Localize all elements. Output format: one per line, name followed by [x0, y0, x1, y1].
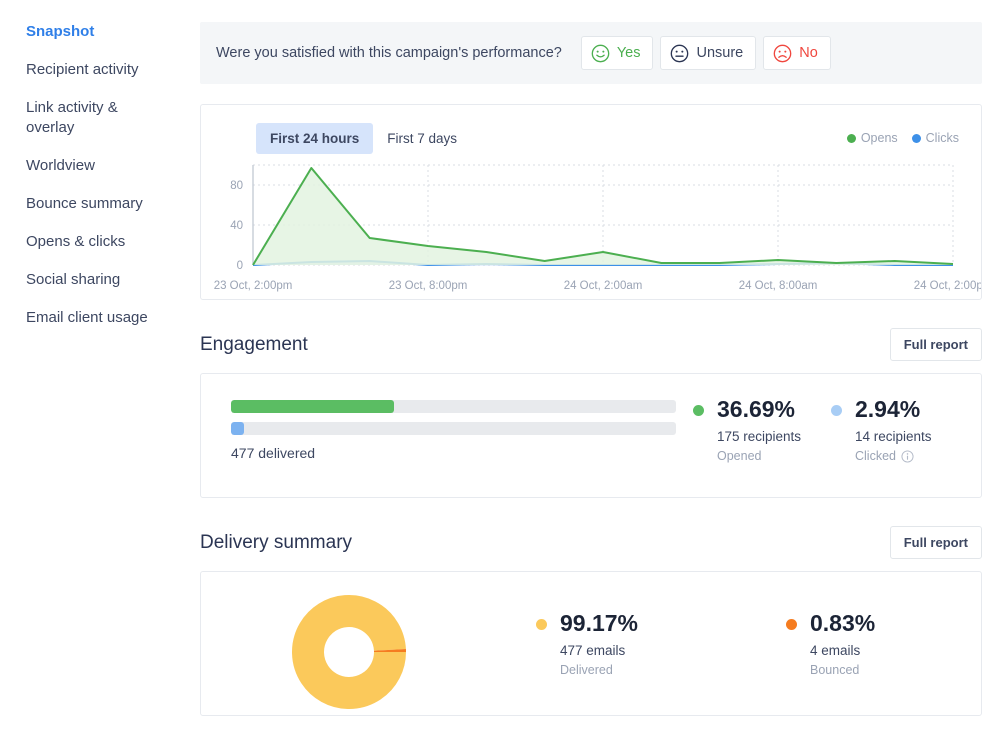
svg-text:24 Oct, 2:00am: 24 Oct, 2:00am: [564, 280, 643, 292]
svg-text:0: 0: [237, 260, 243, 272]
metric-bounced: 0.83% 4 emails Bounced: [786, 610, 1000, 677]
opens-clicks-line-chart: 0 40 80 23 Oct, 2:00pm 23 Oct, 8:00pm 24 Oct,…: [214, 164, 981, 292]
survey-option-no-button[interactable]: No: [763, 36, 831, 70]
metric-opened: 36.69% 175 recipients Opened: [693, 396, 831, 463]
frown-face-icon: [773, 44, 792, 62]
metric-delivered-percent: 99.17%: [560, 610, 639, 636]
metric-opened-caption-row: Opened: [717, 449, 831, 463]
metric-dot-opened: [693, 405, 704, 416]
legend-item-opens: Opens: [846, 131, 898, 145]
sidebar-item-social-sharing[interactable]: Social sharing: [26, 270, 166, 290]
metric-opened-caption: Opened: [717, 449, 762, 463]
delivery-section-header: Delivery summary Full report: [200, 526, 982, 559]
main-content: Were you satisfied with this campaign's …: [200, 0, 1000, 716]
tab-first-24-hours[interactable]: First 24 hours: [256, 123, 374, 154]
engagement-metrics: 36.69% 175 recipients Opened 2.94% 14 re…: [693, 396, 969, 463]
opened-progress-fill: [231, 400, 395, 413]
chart-range-tabs: First 24 hours First 7 days: [256, 123, 471, 154]
delivered-count-label: 477 delivered: [231, 445, 316, 461]
survey-option-unsure-button[interactable]: Unsure: [660, 36, 757, 70]
svg-text:40: 40: [230, 220, 243, 232]
metric-bounced-emails: 4 emails: [810, 643, 861, 658]
sidebar-item-opens-clicks[interactable]: Opens & clicks: [26, 232, 166, 252]
activity-chart-card: First 24 hours First 7 days Opens Clicks…: [200, 104, 982, 300]
campaign-report-page: Snapshot Recipient activity Link activit…: [0, 0, 1000, 740]
svg-text:24 Oct, 2:00pm: 24 Oct, 2:00pm: [914, 280, 981, 292]
metric-clicked-percent: 2.94%: [855, 396, 921, 422]
survey-option-yes-button[interactable]: Yes: [580, 36, 654, 70]
svg-text:24 Oct, 8:00am: 24 Oct, 8:00am: [739, 280, 818, 292]
metric-dot-delivered: [536, 619, 547, 630]
survey-option-no-label: No: [799, 45, 818, 61]
sidebar-item-worldview[interactable]: Worldview: [26, 156, 166, 176]
metric-clicked-recipients: 14 recipients: [855, 429, 932, 444]
survey-question: Were you satisfied with this campaign's …: [216, 45, 562, 61]
metric-opened-recipients: 175 recipients: [717, 429, 802, 444]
info-circle-icon[interactable]: [901, 449, 914, 463]
metric-dot-clicked: [831, 405, 842, 416]
metric-delivered: 99.17% 477 emails Delivered: [536, 610, 786, 677]
metric-opened-percent: 36.69%: [717, 396, 796, 422]
metric-delivered-caption: Delivered: [560, 663, 613, 677]
delivery-donut-chart: [292, 595, 406, 709]
engagement-bars: 477 delivered: [231, 400, 676, 461]
delivery-title: Delivery summary: [200, 531, 353, 553]
survey-option-unsure-label: Unsure: [696, 45, 744, 61]
delivery-card: 99.17% 477 emails Delivered 0.83% 4 emai…: [200, 571, 982, 716]
legend-item-clicks: Clicks: [911, 131, 959, 145]
survey-option-yes-label: Yes: [616, 45, 641, 61]
svg-text:80: 80: [230, 180, 243, 192]
chart-legend: Opens Clicks: [846, 131, 959, 145]
svg-text:23 Oct, 8:00pm: 23 Oct, 8:00pm: [389, 280, 468, 292]
svg-text:23 Oct, 2:00pm: 23 Oct, 2:00pm: [214, 280, 293, 292]
sidebar-nav: Snapshot Recipient activity Link activit…: [0, 0, 200, 346]
engagement-card: 477 delivered 36.69% 175 recipients Open…: [200, 373, 982, 498]
sidebar-item-link-activity-overlay[interactable]: Link activity & overlay: [26, 98, 166, 138]
legend-label-clicks: Clicks: [925, 131, 959, 145]
legend-dot-opens: [846, 133, 856, 143]
sidebar-item-email-client-usage[interactable]: Email client usage: [26, 308, 166, 328]
satisfaction-survey-bar: Were you satisfied with this campaign's …: [200, 22, 982, 84]
metric-delivered-emails: 477 emails: [560, 643, 626, 658]
metric-clicked-caption: Clicked: [855, 449, 896, 463]
sidebar-item-bounce-summary[interactable]: Bounce summary: [26, 194, 166, 214]
metric-clicked: 2.94% 14 recipients Clicked: [831, 396, 969, 463]
legend-label-opens: Opens: [860, 131, 898, 145]
clicked-progress-bar: [231, 422, 676, 435]
metric-dot-bounced: [786, 619, 797, 630]
clicked-progress-fill: [231, 422, 245, 435]
metric-bounced-caption: Bounced: [810, 663, 860, 677]
legend-dot-clicks: [911, 133, 921, 143]
engagement-section-header: Engagement Full report: [200, 328, 982, 361]
engagement-title: Engagement: [200, 333, 308, 355]
engagement-full-report-button[interactable]: Full report: [889, 328, 982, 361]
metric-clicked-caption-row: Clicked: [855, 449, 969, 463]
delivery-full-report-button[interactable]: Full report: [889, 526, 982, 559]
smiley-face-icon: [591, 44, 610, 62]
tab-first-7-days[interactable]: First 7 days: [373, 123, 471, 154]
sidebar-item-snapshot[interactable]: Snapshot: [26, 22, 166, 42]
sidebar-item-recipient-activity[interactable]: Recipient activity: [26, 60, 166, 80]
metric-bounced-percent: 0.83%: [810, 610, 876, 636]
opened-progress-bar: [231, 400, 676, 413]
neutral-face-icon: [671, 44, 689, 62]
delivery-metrics: 99.17% 477 emails Delivered 0.83% 4 emai…: [536, 610, 1000, 677]
